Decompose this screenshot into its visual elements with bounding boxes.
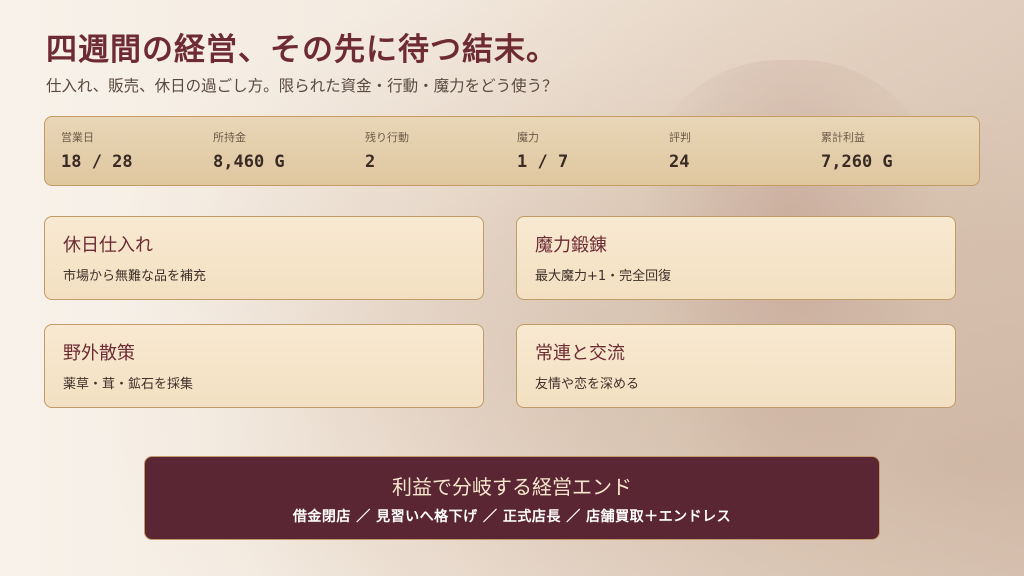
action-title: 野外散策 [63,343,135,364]
action-description: 最大魔力+1・完全回復 [535,269,672,284]
stat-label: 累計利益 [821,131,865,144]
stat-value: 7,260 G [821,152,893,172]
action-card-field-walk[interactable]: 野外散策 薬草・茸・鉱石を採集 [44,324,484,408]
action-title: 常連と交流 [535,343,625,364]
ending-banner: 利益で分岐する経営エンド 借金閉店 ／ 見習いへ格下げ ／ 正式店長 ／ 店舗買… [144,456,880,540]
stat-label: 評判 [669,131,691,144]
action-description: 市場から無難な品を補充 [63,269,207,284]
stat-money: 所持金 8,460 G [213,129,285,172]
action-title: 休日仕入れ [63,235,153,256]
page-title: 四週間の経営、その先に待つ結末。 [46,32,558,68]
stat-value: 1 / 7 [517,152,569,172]
stat-value: 2 [365,152,376,172]
action-description: 薬草・茸・鉱石を採集 [63,377,194,392]
action-card-mana-training[interactable]: 魔力鍛錬 最大魔力+1・完全回復 [516,216,956,300]
action-card-regulars-social[interactable]: 常連と交流 友情や恋を深める [516,324,956,408]
stat-business-day: 営業日 18 / 28 [61,129,133,172]
ending-list: 借金閉店 ／ 見習いへ格下げ ／ 正式店長 ／ 店舗買取＋エンドレス [292,509,732,525]
stat-mana: 魔力 1 / 7 [517,129,568,172]
action-title: 魔力鍛錬 [535,235,607,256]
stat-label: 魔力 [517,131,539,144]
stat-value: 8,460 G [213,152,285,172]
ending-title: 利益で分岐する経営エンド [392,475,632,499]
stat-remaining-actions: 残り行動 2 [365,129,409,172]
action-description: 友情や恋を深める [535,377,640,392]
stat-value: 24 [669,152,690,172]
stat-value: 18 / 28 [61,152,133,172]
stat-label: 所持金 [213,131,246,144]
stat-reputation: 評判 24 [669,129,691,172]
stat-label: 営業日 [61,131,94,144]
action-card-holiday-stocking[interactable]: 休日仕入れ 市場から無難な品を補充 [44,216,484,300]
status-panel: 営業日 18 / 28 所持金 8,460 G 残り行動 2 魔力 1 / 7 … [44,116,980,186]
stat-total-profit: 累計利益 7,260 G [821,129,893,172]
stat-label: 残り行動 [365,131,409,144]
page-subtitle: 仕入れ、販売、休日の過ごし方。限られた資金・行動・魔力をどう使う？ [46,77,558,95]
